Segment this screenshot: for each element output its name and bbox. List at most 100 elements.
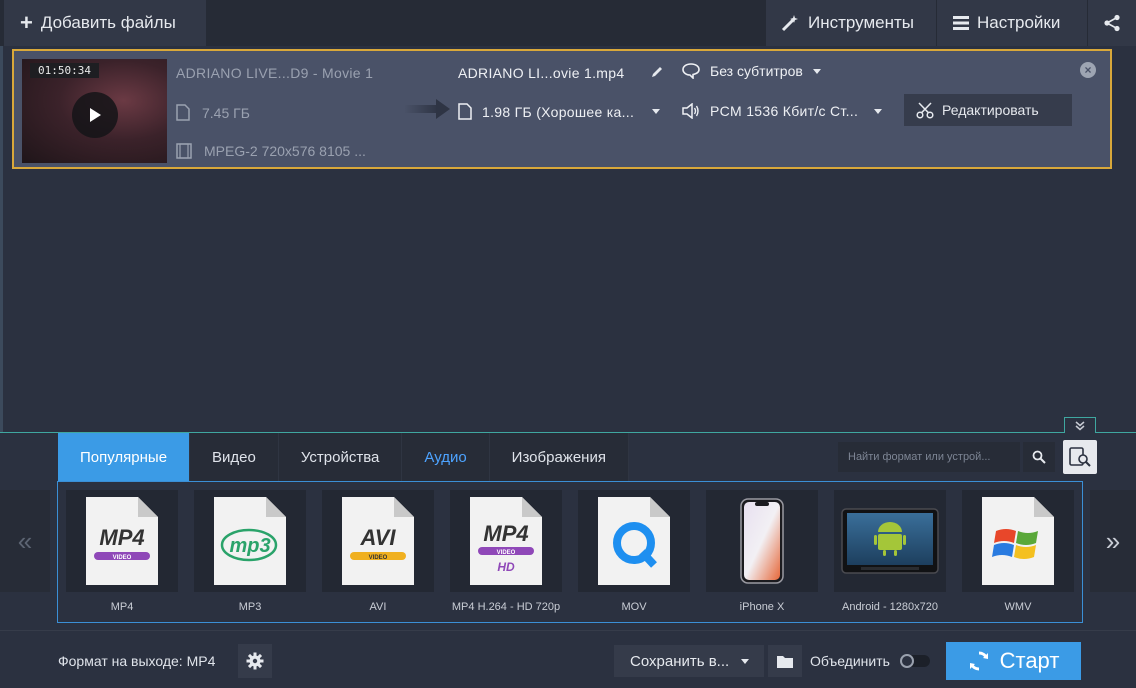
- format-label: WMV: [1004, 601, 1032, 613]
- format-android[interactable]: Android - 1280x720: [834, 490, 946, 618]
- device-search-icon: [1069, 447, 1091, 467]
- mp4-logo-text: MP4: [99, 525, 144, 550]
- share-button[interactable]: [1088, 0, 1136, 46]
- menu-icon: [953, 16, 969, 30]
- collapse-panel-button[interactable]: [1064, 417, 1096, 433]
- file-icon: [176, 104, 190, 121]
- format-mp4[interactable]: MP4 VIDEO MP4: [66, 490, 178, 618]
- output-file-name: ADRIANO LI...ovie 1.mp4: [458, 65, 625, 81]
- pencil-icon: [652, 67, 662, 77]
- format-mp3[interactable]: mp3 MP3: [194, 490, 306, 618]
- convert-icon: [969, 651, 988, 671]
- settings-label: Настройки: [977, 13, 1061, 32]
- film-icon: [176, 143, 192, 159]
- merge-label: Объединить: [810, 653, 890, 669]
- format-mp4-hd[interactable]: MP4 VIDEO HD MP4 H.264 - HD 720p: [450, 490, 562, 618]
- audio-label: PCM 1536 Кбит/с Ст...: [710, 103, 859, 119]
- speech-bubble-icon: [682, 63, 700, 79]
- format-label: MP4 H.264 - HD 720p: [451, 601, 561, 613]
- source-file-name: ADRIANO LIVE...D9 - Movie 1: [176, 65, 374, 81]
- edit-label: Редактировать: [942, 102, 1039, 118]
- top-toolbar: + Добавить файлы Инструменты Настройки: [0, 0, 1136, 46]
- android-icon: [841, 508, 939, 574]
- mp3-icon: mp3: [214, 497, 286, 585]
- chevron-down-icon: [874, 108, 883, 114]
- scissors-icon: [916, 102, 934, 119]
- mp4-icon: MP4 VIDEO: [86, 497, 158, 585]
- close-icon: ×: [1084, 63, 1092, 77]
- duration-label: 01:50:34: [30, 63, 99, 78]
- mov-icon: [598, 497, 670, 585]
- format-label: MP3: [238, 601, 262, 613]
- source-format: MPEG-2 720x576 8105 ...: [204, 143, 366, 159]
- avi-icon: AVI VIDEO: [342, 497, 414, 585]
- toggle-knob: [900, 654, 914, 668]
- tab-video[interactable]: Видео: [190, 433, 279, 481]
- format-label: iPhone X: [739, 601, 785, 613]
- format-card: mp3: [194, 490, 306, 592]
- remove-file-button[interactable]: ×: [1080, 62, 1096, 78]
- folder-icon: [777, 655, 793, 668]
- output-size: 1.98 ГБ (Хорошее ка...: [482, 103, 635, 120]
- merge-toggle[interactable]: [900, 654, 930, 668]
- source-format-row: MPEG-2 720x576 8105 ...: [176, 143, 366, 159]
- detect-device-button[interactable]: [1063, 440, 1097, 474]
- file-row[interactable]: 01:50:34 ADRIANO LIVE...D9 - Movie 1 7.4…: [12, 49, 1112, 169]
- formats-prev-button[interactable]: «: [0, 490, 50, 592]
- panel-edge: [0, 46, 3, 432]
- format-avi[interactable]: AVI VIDEO AVI: [322, 490, 434, 618]
- format-category-tabs: Популярные Видео Устройства Аудио Изобра…: [58, 433, 629, 481]
- tools-button[interactable]: Инструменты: [766, 0, 936, 46]
- save-to-dropdown[interactable]: Сохранить в...: [614, 645, 764, 677]
- avi-logo-text: AVI: [359, 525, 396, 550]
- format-iphone-x[interactable]: iPhone X: [706, 490, 818, 618]
- format-card: MP4 VIDEO HD: [450, 490, 562, 592]
- mp4-hd-icon: MP4 VIDEO HD: [470, 497, 542, 585]
- tab-popular[interactable]: Популярные: [58, 433, 191, 481]
- video-thumbnail[interactable]: 01:50:34: [22, 59, 167, 163]
- rename-button[interactable]: [650, 65, 664, 84]
- format-wmv[interactable]: WMV: [962, 490, 1074, 618]
- video-logo-text: VIDEO: [369, 555, 388, 561]
- magic-wand-icon: [780, 13, 800, 33]
- add-files-label: Добавить файлы: [40, 13, 176, 32]
- tools-label: Инструменты: [808, 13, 915, 32]
- hd-logo-text: HD: [497, 560, 515, 574]
- start-button[interactable]: Старт: [946, 642, 1081, 680]
- format-card: [706, 490, 818, 592]
- save-to-label: Сохранить в...: [630, 652, 730, 670]
- settings-button[interactable]: Настройки: [937, 0, 1087, 46]
- mp3-logo-text: mp3: [229, 535, 270, 557]
- arrow-right-icon: [404, 99, 452, 124]
- format-card: MP4 VIDEO: [66, 490, 178, 592]
- share-icon: [1103, 14, 1121, 32]
- play-button[interactable]: [72, 92, 118, 138]
- format-card: [834, 490, 946, 592]
- chevron-down-icon: [652, 109, 661, 114]
- tab-devices[interactable]: Устройства: [278, 433, 403, 481]
- audio-track-dropdown[interactable]: PCM 1536 Кбит/с Ст...: [682, 103, 883, 119]
- wmv-icon: [982, 497, 1054, 585]
- chevron-down-icon: [741, 658, 750, 664]
- plus-icon: +: [20, 10, 33, 35]
- formats-next-button[interactable]: »: [1090, 490, 1136, 592]
- subtitles-dropdown[interactable]: Без субтитров: [682, 63, 821, 79]
- search-icon: [1032, 450, 1046, 464]
- iphone-icon: [740, 498, 784, 584]
- search-button[interactable]: [1023, 442, 1055, 472]
- format-card: [962, 490, 1074, 592]
- video-logo-text: VIDEO: [113, 555, 132, 561]
- format-search-input[interactable]: Найти формат или устрой...: [838, 442, 1020, 472]
- tab-images[interactable]: Изображения: [489, 433, 629, 481]
- tab-audio[interactable]: Аудио: [402, 433, 490, 481]
- format-settings-button[interactable]: [238, 644, 272, 678]
- format-mov[interactable]: MOV: [578, 490, 690, 618]
- output-format-label: Формат на выходе: MP4: [58, 653, 216, 669]
- open-folder-button[interactable]: [768, 645, 802, 677]
- output-quality-dropdown[interactable]: 1.98 ГБ (Хорошее ка...: [458, 103, 661, 120]
- subtitles-label: Без субтитров: [710, 63, 803, 79]
- mp4-logo-text: MP4: [483, 521, 528, 546]
- add-files-button[interactable]: + Добавить файлы: [4, 0, 206, 46]
- edit-button[interactable]: Редактировать: [904, 94, 1072, 126]
- start-label: Старт: [999, 648, 1060, 673]
